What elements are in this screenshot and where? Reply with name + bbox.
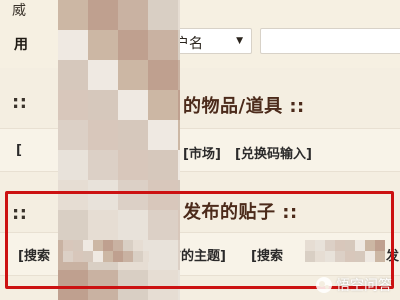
mosaic-tile — [178, 30, 180, 60]
mosaic-tile — [88, 30, 118, 60]
mosaic-tile — [88, 0, 118, 30]
items-heading-left: :: — [12, 92, 27, 113]
mosaic-tile — [148, 60, 178, 90]
watermark: 悟空问答 — [316, 275, 392, 295]
mosaic-tile — [88, 60, 118, 90]
chevron-down-icon: ▼ — [236, 36, 243, 46]
mosaic-tile — [118, 90, 148, 120]
mosaic-tile — [148, 150, 178, 180]
mosaic-tile — [118, 120, 148, 150]
items-heading-separator: :: — [12, 92, 28, 113]
mosaic-tile — [148, 90, 178, 120]
mosaic-tile — [88, 150, 118, 180]
mosaic-tile — [178, 120, 180, 150]
mosaic-tile — [58, 0, 88, 30]
items-heading-right: 的物品/道具 :: — [183, 96, 305, 117]
redeem-code-link[interactable]: [兑换码输入] — [235, 143, 312, 162]
mosaic-tile — [118, 30, 148, 60]
items-link-left-partial[interactable]: [ — [16, 143, 22, 158]
mosaic-tile — [88, 120, 118, 150]
top-partial-label: 威 — [12, 3, 26, 19]
mosaic-tile — [118, 60, 148, 90]
mosaic-tile — [58, 150, 88, 180]
watermark-text: 悟空问答 — [336, 278, 392, 294]
mosaic-tile — [148, 30, 178, 60]
mosaic-tile — [148, 0, 178, 30]
wukong-logo-icon — [316, 277, 332, 293]
market-link[interactable]: [市场] — [183, 143, 221, 162]
mosaic-tile — [118, 150, 148, 180]
mosaic-tile — [58, 30, 88, 60]
user-label-partial: 用 — [14, 37, 28, 53]
mosaic-tile — [148, 120, 178, 150]
mosaic-tile — [58, 60, 88, 90]
mosaic-tile — [178, 90, 180, 120]
search-input[interactable] — [260, 28, 400, 54]
mosaic-tile — [58, 120, 88, 150]
mosaic-tile — [178, 150, 180, 180]
mosaic-tile — [118, 0, 148, 30]
mosaic-tile — [178, 60, 180, 90]
mosaic-tile — [178, 0, 180, 30]
search-type-select[interactable]: 户名 ▼ — [168, 28, 252, 54]
mosaic-tile — [88, 90, 118, 120]
mosaic-tile — [58, 90, 88, 120]
